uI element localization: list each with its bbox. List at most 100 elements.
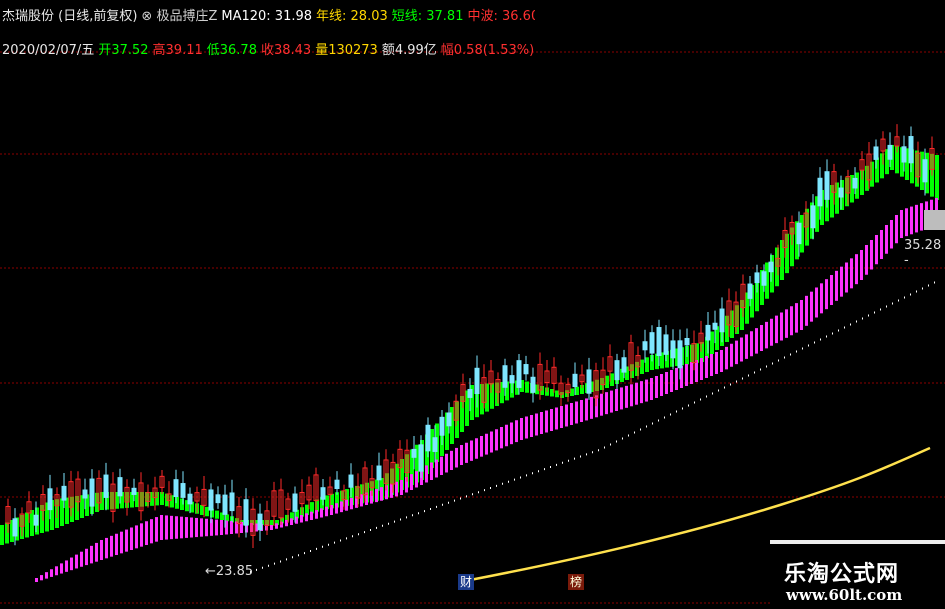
mid-band-bar — [550, 409, 553, 431]
mid-band-bar — [530, 415, 533, 437]
short-band-bar — [60, 498, 64, 526]
mid-band-bar — [660, 374, 663, 396]
mid-band-bar — [380, 487, 383, 501]
mid-band-bar — [180, 516, 183, 539]
low-price-label: ←23.85 — [205, 564, 254, 579]
mid-band-bar — [50, 569, 53, 577]
candle-body — [572, 373, 578, 388]
mid-band-bar — [915, 204, 918, 233]
candle-body — [649, 332, 655, 354]
mid-band-bar — [490, 431, 493, 453]
mid-band-bar — [120, 531, 123, 554]
mid-band-bar — [730, 343, 733, 367]
price-scale-marker — [924, 210, 945, 230]
mid-band-bar — [825, 279, 828, 310]
mid-band-bar — [145, 521, 148, 545]
mid-band-bar — [175, 516, 178, 539]
short-band-bar — [570, 388, 574, 396]
candle-body — [705, 324, 711, 341]
mid-band-bar — [675, 368, 678, 390]
mid-band-bar — [695, 360, 698, 382]
mid-band-bar — [195, 517, 198, 538]
candle-body — [208, 489, 214, 511]
mid-band-bar — [465, 442, 468, 463]
mid-band-bar — [810, 291, 813, 322]
mid-band-bar — [570, 403, 573, 425]
candle-body — [586, 369, 592, 394]
mid-band-bar — [600, 393, 603, 416]
mid-band-bar — [755, 328, 758, 354]
mid-band-bar — [400, 480, 403, 495]
candle-body — [439, 416, 445, 436]
mid-band-bar — [215, 519, 218, 536]
candle-body — [61, 485, 67, 501]
mid-band-bar — [315, 510, 318, 519]
candle-body — [187, 493, 193, 505]
candle-body — [838, 187, 844, 198]
kline-chart[interactable] — [0, 0, 945, 609]
mid-band-bar — [725, 346, 728, 370]
mid-band-bar — [795, 303, 798, 333]
mid-band-bar — [580, 400, 583, 422]
candle-body — [719, 308, 725, 333]
mid-band-bar — [75, 554, 78, 569]
candle-body — [684, 337, 690, 346]
ohlc-item-1: 开37.52 — [98, 43, 149, 58]
mid-band-bar — [455, 447, 458, 468]
mid-band-bar — [335, 503, 338, 514]
mid-band-bar — [510, 422, 513, 445]
mid-band-bar — [475, 438, 478, 459]
candle-body — [824, 171, 830, 200]
mid-band-bar — [685, 364, 688, 386]
mid-band-bar — [95, 542, 98, 562]
mid-band-bar — [110, 535, 113, 557]
mid-band-bar — [140, 523, 143, 547]
candle-body — [516, 360, 522, 388]
candle-body — [320, 487, 326, 500]
candle-body — [754, 272, 760, 284]
mid-band-bar — [700, 358, 703, 380]
ohlc-item-4: 收38.43 — [260, 43, 312, 58]
finance-marker[interactable]: 财 — [458, 574, 475, 590]
mid-band-bar — [415, 471, 418, 488]
mid-band-bar — [905, 208, 908, 237]
short-band-bar — [200, 505, 204, 515]
ranking-marker[interactable]: 榜 — [568, 574, 585, 590]
candle-body — [523, 364, 529, 375]
candle-body — [215, 494, 221, 504]
ohlc-item-2: 高39.11 — [152, 43, 203, 58]
watermark-name: 乐淘公式网 — [784, 561, 900, 587]
mid-band-bar — [460, 445, 463, 465]
mid-band-bar — [770, 318, 773, 346]
candle-body — [810, 205, 816, 229]
candle-body — [89, 478, 95, 507]
candle-body — [243, 499, 249, 526]
mid-band-bar — [230, 521, 233, 534]
mid-band-bar — [480, 436, 483, 457]
mid-band-bar — [870, 240, 873, 270]
mid-band-bar — [410, 474, 413, 490]
short-band-bar — [935, 155, 939, 200]
mid-band-bar — [845, 262, 848, 293]
mid-band-bar — [760, 325, 763, 351]
mid-band-bar — [185, 517, 188, 538]
mid-band-bar — [800, 300, 803, 330]
ohlc-row: 2020/02/07/五 开37.52 高39.11 低36.78 收38.43 量130… — [2, 40, 535, 62]
mid-band-bar — [565, 404, 568, 427]
candle-body — [663, 334, 669, 355]
mid-band-bar — [605, 392, 608, 415]
candle-body — [103, 474, 109, 498]
mid-band-bar — [90, 545, 93, 564]
mid-band-bar — [220, 520, 223, 535]
short-band-bar — [605, 375, 609, 388]
mid-band-bar — [835, 270, 838, 301]
mid-band-bar — [135, 525, 138, 549]
mid-band-bar — [705, 356, 708, 378]
mid-band-bar — [830, 275, 833, 305]
candle-body — [852, 177, 858, 189]
mid-band-bar — [575, 401, 578, 424]
candle-body — [229, 492, 235, 512]
short-band-bar — [270, 520, 274, 525]
mid-band-bar — [860, 250, 863, 280]
mid-band-bar — [80, 551, 83, 567]
